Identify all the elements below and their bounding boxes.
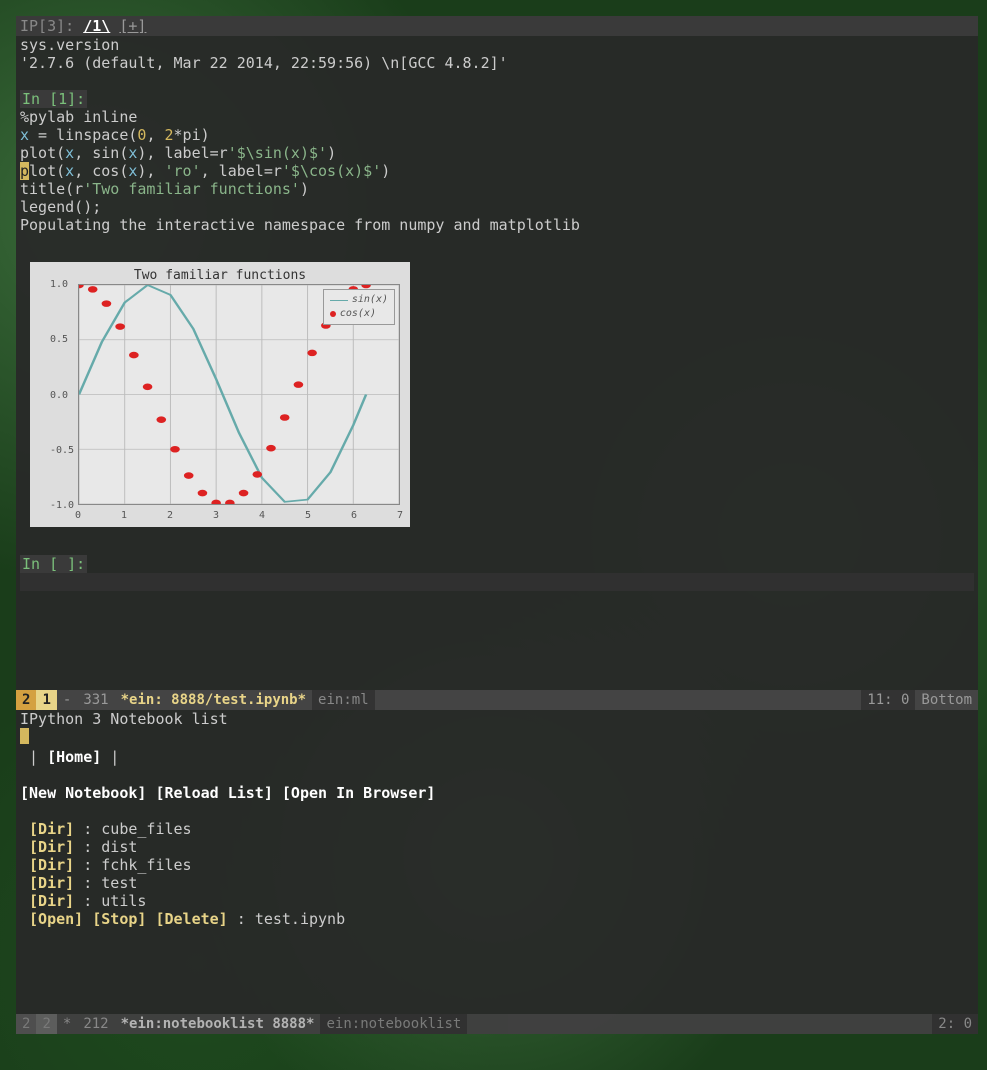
in-prompt: In [ ]: (20, 555, 87, 573)
spacer (20, 72, 974, 90)
nblist-title: IPython 3 Notebook list (20, 710, 974, 728)
stop-button[interactable]: [Stop] (92, 910, 146, 928)
dir-row: [Dir] : dist (20, 838, 974, 856)
cursor: p (20, 162, 29, 180)
action-row: [New Notebook] [Reload List] [Open In Br… (20, 784, 974, 802)
dir-row: [Dir] : utils (20, 892, 974, 910)
cursor (20, 728, 29, 744)
dir-name: dist (101, 838, 137, 856)
open-button[interactable]: [Open] (29, 910, 83, 928)
notebooklist-content[interactable]: IPython 3 Notebook list | [Home] | [New … (16, 710, 978, 928)
code-line[interactable]: legend(); (20, 198, 974, 216)
mode-line-bottom: 2 2 * 212 *ein:notebooklist 8888* ein:no… (16, 1014, 978, 1034)
tab-active[interactable]: /1\ (83, 17, 110, 35)
status-indicator-2: 1 (36, 690, 56, 710)
code-line[interactable]: %pylab inline (20, 108, 974, 126)
dir-row: [Dir] : cube_files (20, 820, 974, 838)
dir-link[interactable]: [Dir] (29, 820, 74, 838)
delete-button[interactable]: [Delete] (155, 910, 227, 928)
spacer (20, 802, 974, 820)
reload-list-button[interactable]: [Reload List] (155, 784, 272, 802)
dir-link[interactable]: [Dir] (29, 874, 74, 892)
mode-name: ein:ml (318, 692, 369, 708)
output-line: Populating the interactive namespace fro… (20, 216, 974, 234)
code-line[interactable]: sys.version (20, 36, 974, 54)
plot-title: Two familiar functions (30, 268, 410, 283)
dir-name: utils (101, 892, 146, 910)
status-indicator-1: 2 (16, 1014, 36, 1034)
code-line[interactable]: plot(x, sin(x), label=r'$\sin(x)$') (20, 144, 974, 162)
plot-axes: sin(x) cos(x) (78, 284, 400, 505)
plot-output: Two familiar functions sin(x) cos(x) -1.… (30, 262, 410, 527)
code-line[interactable]: plot(x, cos(x), 'ro', label=r'$\cos(x)$'… (20, 162, 974, 180)
status-line-num: 331 (77, 690, 114, 710)
dir-name: cube_files (101, 820, 191, 838)
spacer (20, 537, 974, 555)
file-name: test.ipynb (255, 910, 345, 928)
spacer (20, 766, 974, 784)
notebook-content[interactable]: sys.version '2.7.6 (default, Mar 22 2014… (16, 36, 978, 591)
in-prompt-row: In [ ]: (20, 555, 974, 573)
spacer (20, 234, 974, 252)
legend-entry: sin(x) (330, 293, 388, 307)
status-line-col: 11: 0 (861, 690, 915, 710)
status-dash: - (57, 690, 77, 710)
in-prompt: In [1]: (20, 90, 87, 108)
status-line-col: 2: 0 (932, 1014, 978, 1034)
output-line: '2.7.6 (default, Mar 22 2014, 22:59:56) … (20, 54, 974, 72)
tab-bar: IP[3]: /1\ [+] (16, 16, 978, 36)
nav-row: | [Home] | (20, 748, 974, 766)
dir-row: [Dir] : test (20, 874, 974, 892)
empty-cell[interactable] (20, 573, 974, 591)
status-line-num: 212 (77, 1014, 114, 1034)
new-notebook-button[interactable]: [New Notebook] (20, 784, 146, 802)
tab-prefix: IP[3]: (20, 17, 74, 35)
plot-legend: sin(x) cos(x) (323, 289, 395, 325)
mode-name: ein:notebooklist (326, 1016, 461, 1032)
status-indicator-1: 2 (16, 690, 36, 710)
buffer-name: *ein: 8888/test.ipynb* (121, 692, 306, 708)
notebook-pane: IP[3]: /1\ [+] sys.version '2.7.6 (defau… (16, 16, 978, 710)
cursor-row (20, 728, 974, 748)
buffer-name: *ein:notebooklist 8888* (121, 1016, 315, 1032)
dir-link[interactable]: [Dir] (29, 892, 74, 910)
in-prompt-row: In [1]: (20, 90, 974, 108)
dir-row: [Dir] : fchk_files (20, 856, 974, 874)
code-line[interactable]: x = linspace(0, 2*pi) (20, 126, 974, 144)
open-in-browser-button[interactable]: [Open In Browser] (282, 784, 436, 802)
tab-add-button[interactable]: [+] (119, 17, 146, 35)
dir-link[interactable]: [Dir] (29, 838, 74, 856)
code-line[interactable]: title(r'Two familiar functions') (20, 180, 974, 198)
notebooklist-pane: IPython 3 Notebook list | [Home] | [New … (16, 710, 978, 1034)
home-link[interactable]: [Home] (47, 748, 101, 766)
status-pos: Bottom (915, 690, 978, 710)
dir-link[interactable]: [Dir] (29, 856, 74, 874)
dir-name: fchk_files (101, 856, 191, 874)
legend-entry: cos(x) (330, 307, 388, 321)
dir-name: test (101, 874, 137, 892)
status-star: * (57, 1014, 77, 1034)
file-row: [Open] [Stop] [Delete] : test.ipynb (20, 910, 974, 928)
status-indicator-2: 2 (36, 1014, 56, 1034)
mode-line-top: 2 1 - 331 *ein: 8888/test.ipynb* ein:ml … (16, 690, 978, 710)
